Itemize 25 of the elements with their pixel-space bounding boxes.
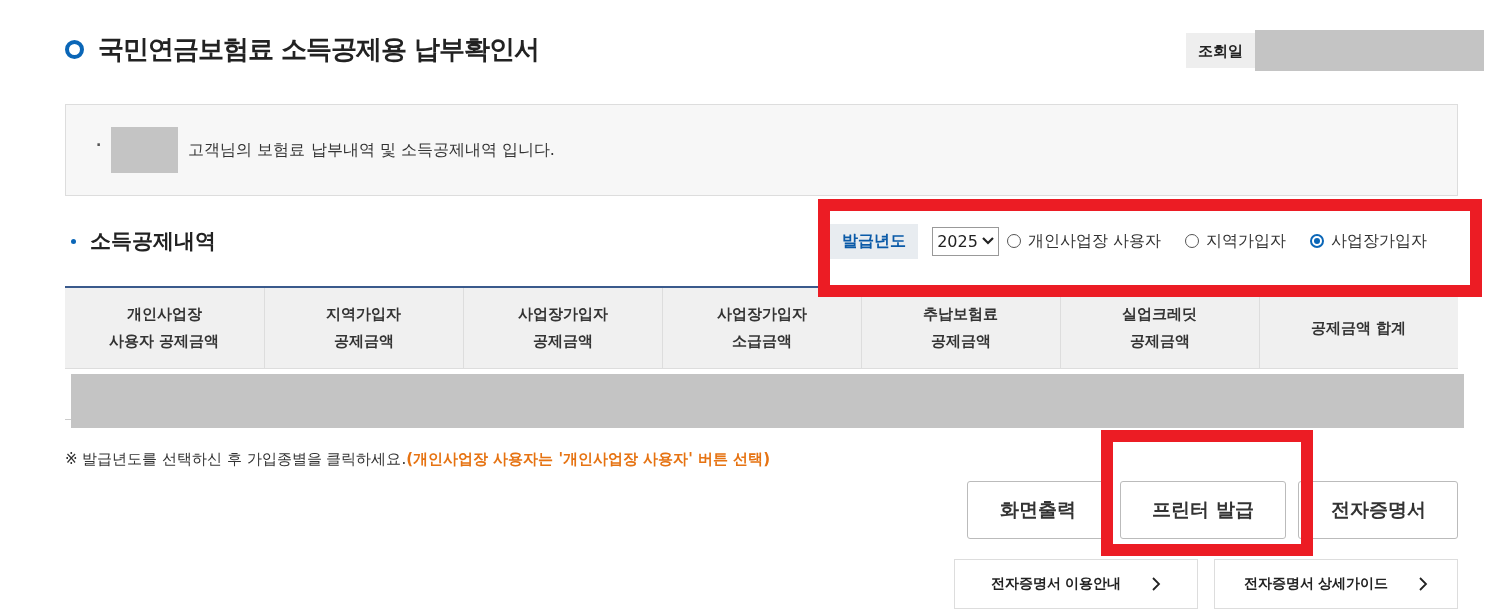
redacted-block <box>111 127 179 173</box>
radio-option[interactable]: 사업장가입자 <box>1310 230 1427 252</box>
column-header: 개인사업장 사용자 공제금액 <box>65 287 264 369</box>
bullet-icon <box>71 238 76 244</box>
chevron-right-icon <box>1418 577 1429 591</box>
column-header: 사업장가입자 소급금액 <box>662 287 861 369</box>
ring-icon <box>65 39 84 59</box>
column-header: 지역가입자 공제금액 <box>264 287 463 369</box>
guide-link-button[interactable]: 전자증명서 이용안내 <box>954 559 1198 609</box>
notice-text: 고객님의 보험료 납부내역 및 소득공제내역 입니다. <box>188 139 555 161</box>
chevron-down-icon <box>981 237 994 245</box>
year-select[interactable]: 2025 <box>932 226 999 256</box>
page-title: 국민연금보험료 소득공제용 납부확인서 <box>98 32 540 66</box>
guide-link-button[interactable]: 전자증명서 상세가이드 <box>1214 559 1458 609</box>
section-title: 소득공제내역 <box>90 228 216 255</box>
query-date-label: 조회일 <box>1186 33 1255 68</box>
radio-option[interactable]: 지역가입자 <box>1185 230 1286 252</box>
action-button[interactable]: 전자증명서 <box>1298 481 1458 539</box>
year-label: 발급년도 <box>830 223 919 259</box>
bullet-mark: · <box>96 137 102 153</box>
note-text: ※ 발급년도를 선택하신 후 가입종별을 클릭하세요.(개인사업장 사용자는 '개인사업장 사용자' 버튼 선택) <box>65 450 772 469</box>
action-button[interactable]: 프린터 발급 <box>1120 481 1286 539</box>
chevron-right-icon <box>1151 577 1162 591</box>
radio-option[interactable]: 개인사업장 사용자 <box>1006 230 1161 252</box>
column-header: 사업장가입자 공제금액 <box>463 287 662 369</box>
